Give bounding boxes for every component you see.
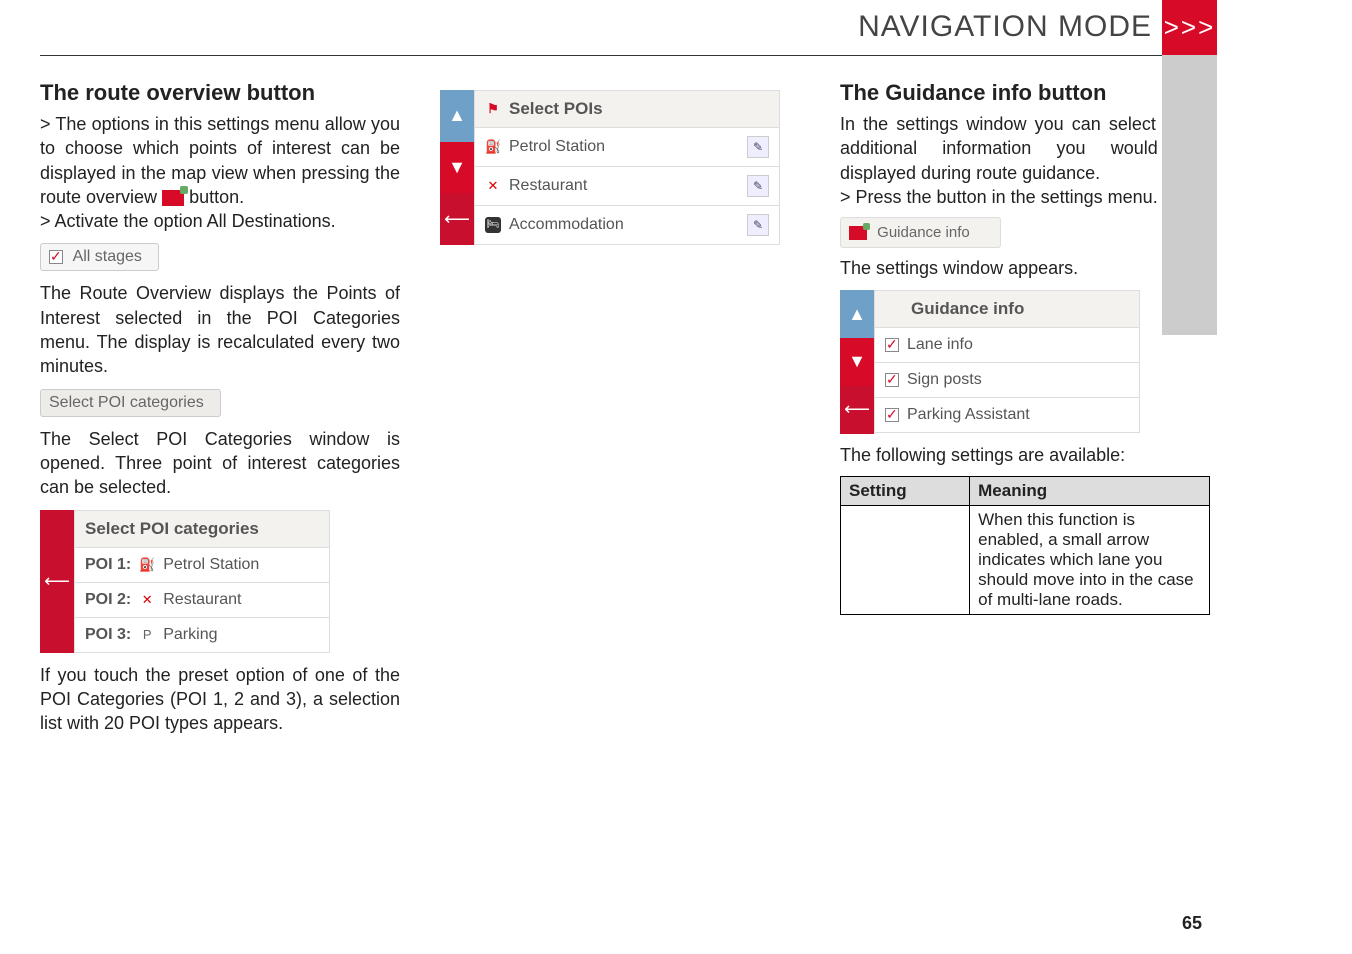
restaurant-icon: ✕: [139, 592, 155, 608]
checkbox-checked-icon: [885, 338, 899, 352]
edit-icon[interactable]: ✎: [747, 175, 769, 197]
guidance-info-panel: ▲ ▼ ⟵ Guidance info Lane info Si: [840, 290, 1140, 433]
up-arrow-button[interactable]: ▲: [440, 90, 474, 142]
checkbox-checked-icon: [49, 250, 63, 264]
table-header-meaning: Meaning: [970, 476, 1210, 505]
guidance-info-item[interactable]: Guidance info: [840, 217, 1001, 248]
panel-title: ⚑ Select POIs: [474, 90, 780, 128]
parking-icon: P: [139, 627, 155, 643]
panel-title: Guidance info: [874, 290, 1140, 328]
accommodation-icon: 🛏: [485, 217, 501, 233]
option-label: All stages: [73, 248, 142, 265]
route-overview-icon: [162, 190, 184, 206]
down-arrow-button[interactable]: ▼: [840, 338, 874, 386]
item-label: Guidance info: [877, 224, 970, 241]
route-overview-heading: The route overview button: [40, 80, 400, 106]
paragraph: The following settings are available:: [840, 443, 1210, 467]
paragraph: In the settings window you can select wh…: [840, 112, 1210, 185]
petrol-icon: ⛽: [485, 139, 501, 155]
paragraph: > Press the button in the settings menu.: [840, 185, 1210, 209]
page-number: 65: [1182, 913, 1202, 934]
edit-icon[interactable]: ✎: [747, 136, 769, 158]
table-cell-setting: [841, 505, 970, 614]
paragraph: The settings window appears.: [840, 256, 1210, 280]
paragraph: > Activate the option All Destinations.: [40, 209, 400, 233]
edit-icon[interactable]: ✎: [747, 214, 769, 236]
side-tab: [1162, 55, 1217, 335]
chevron-indicator: >>>: [1162, 0, 1217, 55]
poi2-row[interactable]: POI 2:✕Restaurant: [74, 583, 330, 618]
poi-restaurant-row[interactable]: ✕ Restaurant ✎: [474, 167, 780, 206]
poi-categories-panel: ⟵ Select POI categories POI 1:⛽Petrol St…: [40, 510, 330, 653]
select-poi-categories-item[interactable]: Select POI categories: [40, 389, 221, 417]
poi3-row[interactable]: POI 3:PParking: [74, 618, 330, 653]
item-label: Select POI categories: [49, 394, 204, 411]
guidance-info-icon: [849, 226, 867, 240]
back-arrow-button[interactable]: ⟵: [840, 386, 874, 434]
all-stages-option[interactable]: All stages: [40, 243, 159, 271]
petrol-icon: ⛽: [139, 557, 155, 573]
restaurant-icon: ✕: [485, 178, 501, 194]
checkbox-checked-icon: [885, 408, 899, 422]
down-arrow-button[interactable]: ▼: [440, 142, 474, 194]
back-arrow-button[interactable]: ⟵: [440, 193, 474, 245]
panel-title: Select POI categories: [74, 510, 330, 548]
paragraph: The Route Overview displays the Points o…: [40, 281, 400, 378]
back-arrow-button[interactable]: ⟵: [40, 510, 74, 653]
select-pois-panel: ▲ ▼ ⟵ ⚑ Select POIs ⛽ Petrol Station ✎: [440, 90, 780, 245]
table-cell-meaning: When this function is enabled, a small a…: [970, 505, 1210, 614]
checkbox-checked-icon: [885, 373, 899, 387]
parking-assistant-row[interactable]: Parking Assistant: [874, 398, 1140, 433]
lane-info-row[interactable]: Lane info: [874, 328, 1140, 363]
pois-icon: ⚑: [485, 101, 501, 117]
poi1-row[interactable]: POI 1:⛽Petrol Station: [74, 548, 330, 583]
guidance-info-heading: The Guidance info button: [840, 80, 1210, 106]
header-title: NAVIGATION MODE: [858, 10, 1152, 44]
header-divider: [40, 55, 1162, 56]
sign-posts-row[interactable]: Sign posts: [874, 363, 1140, 398]
poi-accommodation-row[interactable]: 🛏 Accommodation ✎: [474, 206, 780, 245]
paragraph: The Select POI Categories window is open…: [40, 427, 400, 500]
guidance-info-icon: [885, 302, 903, 316]
table-header-setting: Setting: [841, 476, 970, 505]
settings-table: Setting Meaning When this function is en…: [840, 476, 1210, 615]
poi-petrol-row[interactable]: ⛽ Petrol Station ✎: [474, 128, 780, 167]
paragraph: > The options in this settings menu allo…: [40, 112, 400, 209]
paragraph: If you touch the preset option of one of…: [40, 663, 400, 736]
up-arrow-button[interactable]: ▲: [840, 290, 874, 338]
